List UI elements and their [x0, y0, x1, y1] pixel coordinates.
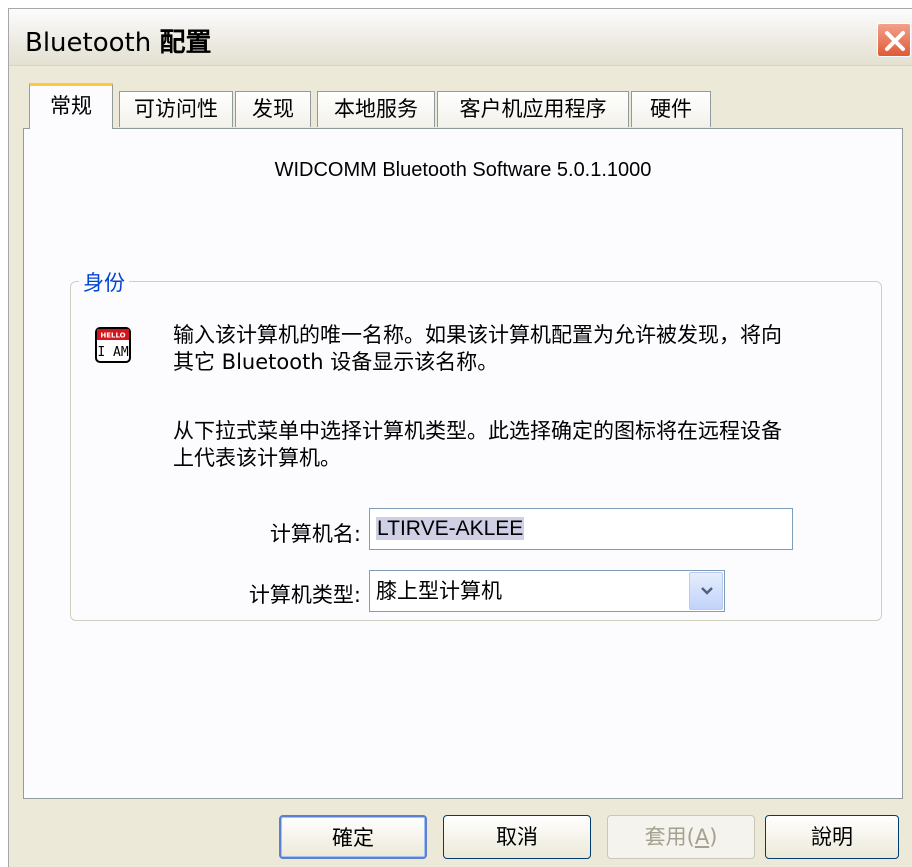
tab-discovery[interactable]: 发现 [235, 91, 311, 127]
title-cjk: 配置 [159, 28, 212, 58]
computer-name-input[interactable]: LTIRVE-AKLEE [369, 508, 793, 550]
title-bar[interactable]: Bluetooth 配置 [9, 9, 912, 66]
type-description: 从下拉式菜单中选择计算机类型。此选择确定的图标将在远程设备 上代表该计算机。 [173, 418, 873, 472]
tab-hardware[interactable]: 硬件 [631, 91, 711, 127]
name-description: 输入该计算机的唯一名称。如果该计算机配置为允许被发现，将向 其它 Bluetoo… [173, 322, 873, 376]
window-title: Bluetooth 配置 [25, 22, 212, 59]
computer-name-value: LTIRVE-AKLEE [376, 517, 525, 540]
tab-accessibility[interactable]: 可访问性 [119, 91, 233, 127]
tab-general[interactable]: 常规 [29, 83, 113, 129]
tab-local-services[interactable]: 本地服务 [317, 91, 435, 127]
computer-name-label: 计算机名: [269, 522, 361, 546]
computer-type-label: 计算机类型: [248, 583, 361, 607]
name-description-line1: 输入该计算机的唯一名称。如果该计算机配置为允许被发现，将向 [173, 323, 782, 347]
bluetooth-config-dialog: Bluetooth 配置 常规 可访问性 发现 本地服务 客户机应用程序 硬件 … [8, 8, 912, 867]
name-description-line2: 其它 Bluetooth 设备显示该名称。 [173, 350, 499, 374]
icon-badge-top: HELLO [100, 332, 125, 340]
type-description-line1: 从下拉式菜单中选择计算机类型。此选择确定的图标将在远程设备 [173, 419, 782, 443]
apply-label-suffix: ) [709, 825, 718, 849]
ok-button[interactable]: 確定 [279, 815, 427, 859]
apply-button[interactable]: 套用(A) [607, 815, 755, 859]
apply-label-accelerator: A [694, 825, 710, 849]
apply-label-prefix: 套用( [644, 825, 695, 849]
computer-type-select[interactable]: 膝上型计算机 [369, 570, 725, 612]
identity-groupbox: 身份 HELLO I AM 输入该计算机的唯一名称。如果该计算机配置为允许被发现… [70, 267, 882, 621]
type-description-line2: 上代表该计算机。 [173, 446, 341, 470]
icon-badge-main: I AM [97, 345, 128, 360]
name-tag-icon: HELLO I AM [95, 327, 131, 363]
chevron-down-icon [701, 587, 713, 595]
computer-type-dropdown-button[interactable] [689, 572, 723, 610]
general-tab-panel: WIDCOMM Bluetooth Software 5.0.1.1000 身份… [23, 128, 903, 799]
close-icon [885, 31, 905, 51]
help-button[interactable]: 說明 [765, 815, 899, 859]
tab-client-applications[interactable]: 客户机应用程序 [437, 91, 629, 127]
close-button[interactable] [877, 23, 911, 57]
identity-group-label: 身份 [79, 267, 129, 297]
title-latin: Bluetooth [25, 28, 152, 58]
cancel-button[interactable]: 取消 [443, 815, 591, 859]
software-version: WIDCOMM Bluetooth Software 5.0.1.1000 [274, 159, 652, 181]
tab-strip: 常规 可访问性 发现 本地服务 客户机应用程序 硬件 [25, 83, 905, 129]
computer-type-value: 膝上型计算机 [376, 579, 502, 603]
